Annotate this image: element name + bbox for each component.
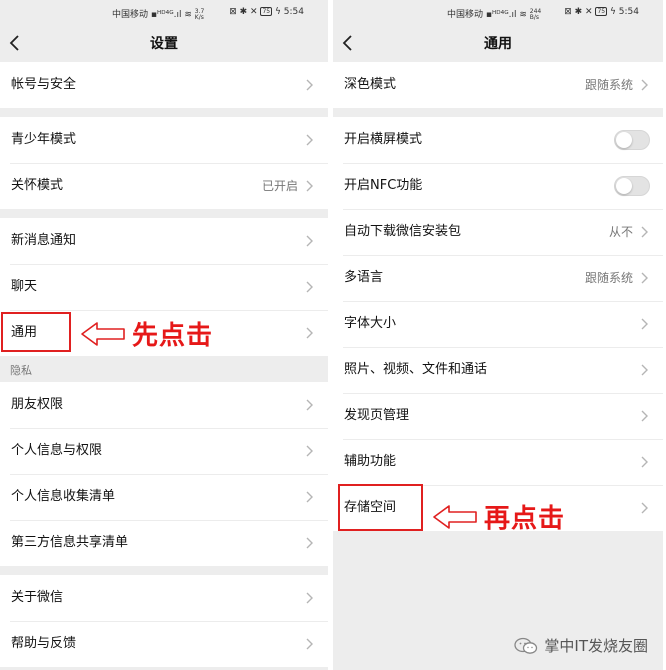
auto-download-value: 从不 bbox=[608, 225, 633, 239]
landscape-mode-toggle[interactable] bbox=[614, 130, 650, 150]
chevron-right-icon bbox=[306, 134, 313, 146]
status-bar: 中国移动 ▪ᴴᴰ⁴ᴳ.ıl ≋ 3.7 K/s ⊠ ✱ ✕ 75 ϟ 5:54 bbox=[0, 0, 328, 26]
settings-group: 深色模式 跟随系统 bbox=[333, 62, 663, 108]
settings-item-accessibility[interactable]: 辅助功能 bbox=[333, 439, 663, 485]
settings-item-notifications[interactable]: 新消息通知 bbox=[0, 218, 328, 264]
chevron-right-icon bbox=[306, 180, 313, 192]
arrow-left-icon bbox=[433, 504, 477, 529]
settings-item-chat[interactable]: 聊天 bbox=[0, 264, 328, 310]
chevron-right-icon bbox=[306, 281, 313, 293]
watermark-text: 掌中IT发烧友圈 bbox=[544, 637, 648, 655]
settings-item-personal-info-permissions[interactable]: 个人信息与权限 bbox=[0, 428, 328, 474]
wifi-icon: ≋ bbox=[184, 10, 192, 20]
chevron-right-icon bbox=[306, 79, 313, 91]
settings-item-auto-download-installer[interactable]: 自动下载微信安装包 从不 bbox=[333, 209, 663, 255]
settings-item-language[interactable]: 多语言 跟随系统 bbox=[333, 255, 663, 301]
carrier-label: 中国移动 bbox=[447, 10, 484, 20]
settings-group: 开启横屏模式 开启NFC功能 自动下载微信安装包 从不 多语言 跟随系统 字体大… bbox=[333, 117, 663, 531]
chevron-right-icon bbox=[306, 445, 313, 457]
chevron-right-icon bbox=[641, 502, 648, 514]
nav-bar: 通用 bbox=[333, 26, 663, 62]
wifi-icon: ≋ bbox=[519, 10, 527, 20]
toggle-knob bbox=[616, 178, 632, 194]
status-icons: ⊠ ✱ ✕ bbox=[564, 7, 593, 17]
chevron-right-icon bbox=[641, 456, 648, 468]
settings-item-help-feedback[interactable]: 帮助与反馈 bbox=[0, 621, 328, 667]
chevron-right-icon bbox=[306, 638, 313, 650]
settings-group: 帐号与安全 bbox=[0, 62, 328, 108]
page-title: 设置 bbox=[150, 36, 178, 52]
chevron-right-icon bbox=[641, 318, 648, 330]
settings-item-info-collection-list[interactable]: 个人信息收集清单 bbox=[0, 474, 328, 520]
settings-item-discover-management[interactable]: 发现页管理 bbox=[333, 393, 663, 439]
toggle-knob bbox=[616, 132, 632, 148]
chevron-right-icon bbox=[641, 226, 648, 238]
chevron-right-icon bbox=[641, 410, 648, 422]
settings-item-third-party-sharing-list[interactable]: 第三方信息共享清单 bbox=[0, 520, 328, 566]
dark-mode-value: 跟随系统 bbox=[584, 78, 633, 92]
settings-item-dark-mode[interactable]: 深色模式 跟随系统 bbox=[333, 62, 663, 108]
settings-item-account-security[interactable]: 帐号与安全 bbox=[0, 62, 328, 108]
chevron-right-icon bbox=[306, 399, 313, 411]
settings-item-friend-permissions[interactable]: 朋友权限 bbox=[0, 382, 328, 428]
settings-item-landscape-mode[interactable]: 开启横屏模式 bbox=[333, 117, 663, 163]
chevron-right-icon bbox=[641, 364, 648, 376]
chevron-right-icon bbox=[641, 272, 648, 284]
wechat-logo-icon bbox=[514, 637, 538, 654]
clock: 5:54 bbox=[283, 7, 304, 17]
back-arrow-icon[interactable] bbox=[339, 33, 357, 53]
settings-item-about-wechat[interactable]: 关于微信 bbox=[0, 575, 328, 621]
battery-icon: 75 bbox=[595, 7, 608, 16]
battery-icon: 75 bbox=[260, 7, 273, 16]
signal-icon: ▪ᴴᴰ⁴ᴳ.ıl bbox=[485, 10, 517, 20]
chevron-right-icon bbox=[306, 235, 313, 247]
carrier-label: 中国移动 bbox=[112, 10, 149, 20]
language-value: 跟随系统 bbox=[584, 271, 633, 285]
net-speed: 244 B/s bbox=[529, 7, 542, 21]
net-speed: 3.7 K/s bbox=[194, 7, 205, 21]
arrow-left-icon bbox=[81, 321, 125, 346]
annotation-text: 先点击 bbox=[132, 321, 214, 351]
settings-item-media-calls[interactable]: 照片、视频、文件和通话 bbox=[333, 347, 663, 393]
status-icons: ⊠ ✱ ✕ bbox=[229, 7, 258, 17]
settings-item-care-mode[interactable]: 关怀模式 已开启 bbox=[0, 163, 328, 209]
settings-item-font-size[interactable]: 字体大小 bbox=[333, 301, 663, 347]
settings-item-nfc[interactable]: 开启NFC功能 bbox=[333, 163, 663, 209]
chevron-right-icon bbox=[306, 537, 313, 549]
nfc-toggle[interactable] bbox=[614, 176, 650, 196]
chevron-right-icon bbox=[306, 327, 313, 339]
chevron-right-icon bbox=[641, 79, 648, 91]
nav-bar: 设置 bbox=[0, 26, 328, 62]
charge-icon: ϟ bbox=[609, 7, 616, 17]
status-bar: 中国移动 ▪ᴴᴰ⁴ᴳ.ıl ≋ 244 B/s ⊠ ✱ ✕ 75 ϟ 5:54 bbox=[333, 0, 663, 26]
back-arrow-icon[interactable] bbox=[6, 33, 24, 53]
chevron-right-icon bbox=[306, 592, 313, 604]
charge-icon: ϟ bbox=[274, 7, 281, 17]
general-settings-screen: 中国移动 ▪ᴴᴰ⁴ᴳ.ıl ≋ 244 B/s ⊠ ✱ ✕ 75 ϟ 5:54 通… bbox=[333, 0, 663, 670]
annotation-first-click: 先点击 bbox=[80, 315, 213, 352]
clock: 5:54 bbox=[618, 7, 639, 17]
settings-group: 青少年模式 关怀模式 已开启 bbox=[0, 117, 328, 209]
settings-group: 朋友权限 个人信息与权限 个人信息收集清单 第三方信息共享清单 bbox=[0, 382, 328, 566]
settings-item-teen-mode[interactable]: 青少年模式 bbox=[0, 117, 328, 163]
page-title: 通用 bbox=[484, 36, 512, 52]
chevron-right-icon bbox=[306, 491, 313, 503]
privacy-section-label: 隐私 bbox=[10, 364, 32, 377]
settings-group: 关于微信 帮助与反馈 bbox=[0, 575, 328, 667]
care-mode-status: 已开启 bbox=[261, 179, 298, 193]
signal-icon: ▪ᴴᴰ⁴ᴳ.ıl bbox=[150, 10, 182, 20]
annotation-text: 再点击 bbox=[484, 504, 566, 534]
watermark: 掌中IT发烧友圈 bbox=[514, 635, 648, 656]
annotation-second-click: 再点击 bbox=[432, 498, 565, 535]
